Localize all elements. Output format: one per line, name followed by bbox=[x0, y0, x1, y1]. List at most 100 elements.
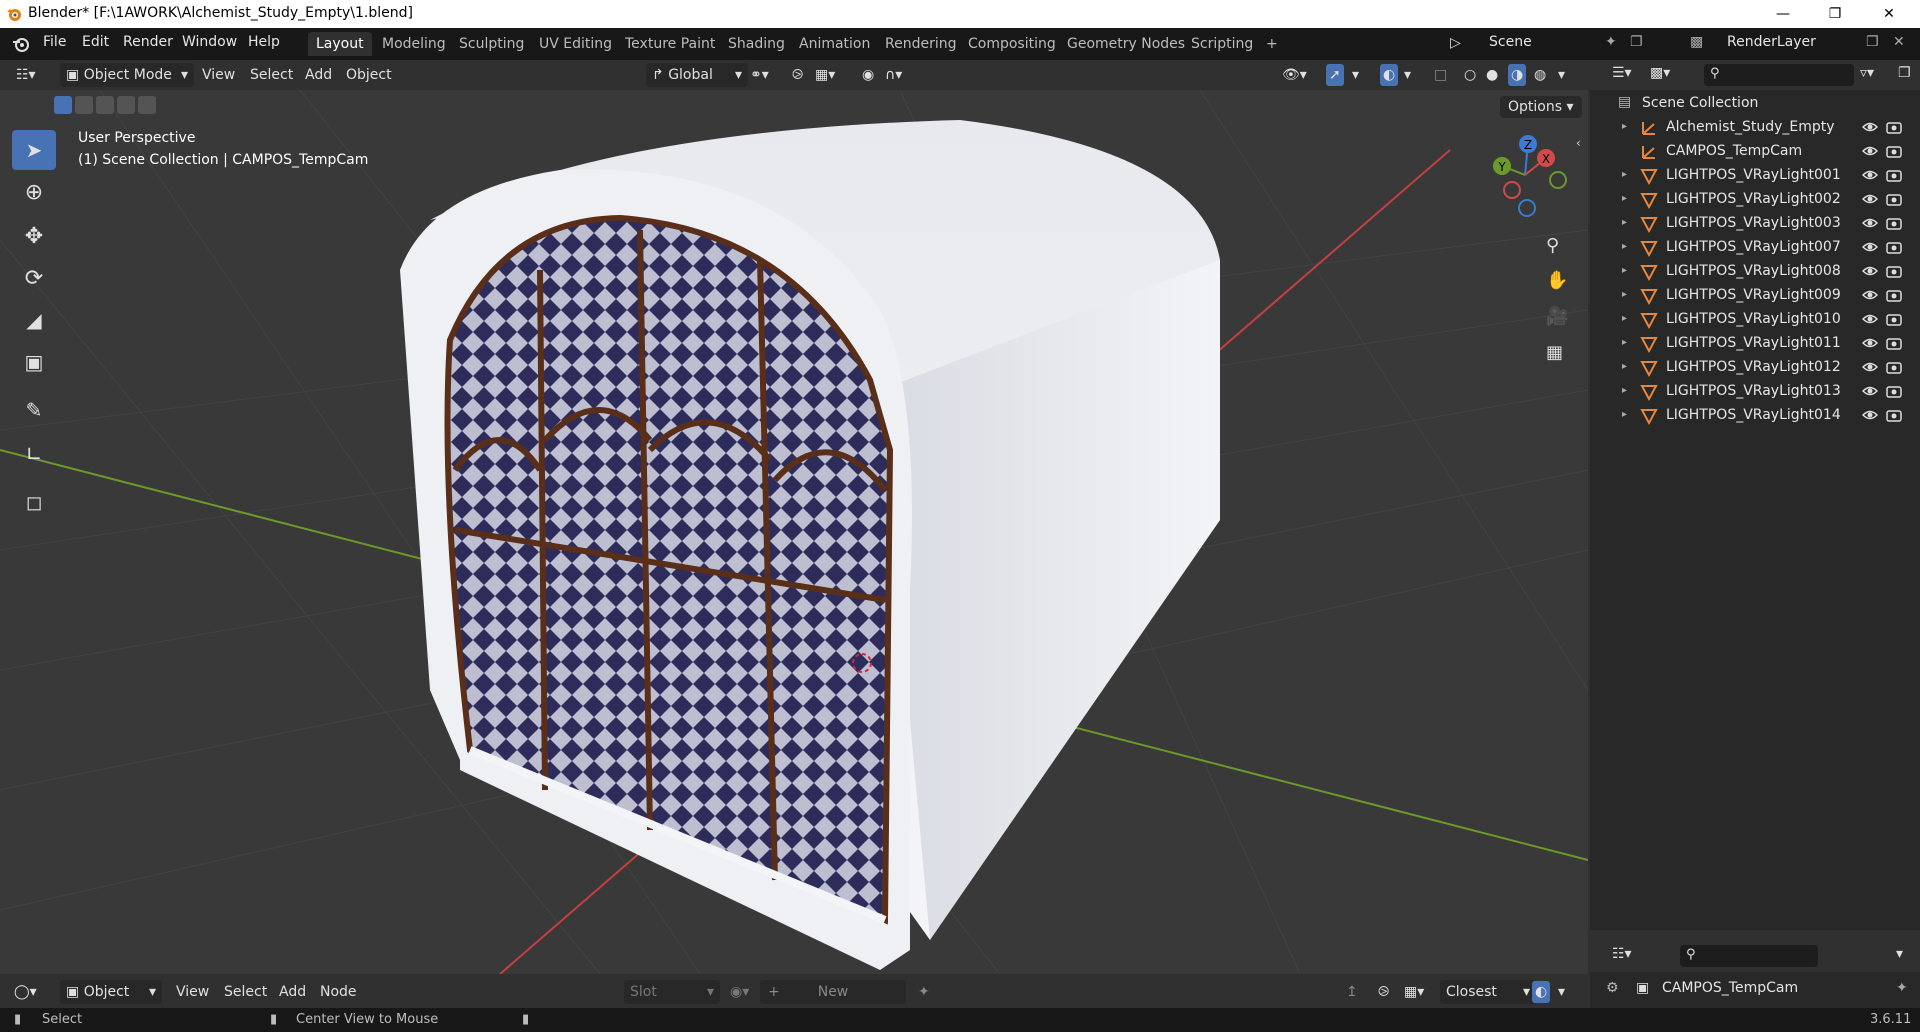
menu-render[interactable]: Render bbox=[123, 34, 173, 50]
expand-arrow-icon[interactable]: ▸ bbox=[1622, 121, 1627, 132]
expand-arrow-icon[interactable]: ▸ bbox=[1622, 217, 1627, 228]
outliner-search-input[interactable]: ⚲ bbox=[1704, 64, 1854, 86]
blender-menu-icon[interactable] bbox=[12, 35, 30, 53]
tab-texture-paint[interactable]: Texture Paint bbox=[617, 32, 723, 56]
outliner-item[interactable]: ▸ LIGHTPOS_VRayLight007 bbox=[1590, 236, 1920, 260]
menu-file[interactable]: File bbox=[43, 34, 66, 50]
transform-tool[interactable]: ▣ bbox=[12, 342, 56, 382]
overlays-dropdown-icon[interactable]: ▾ bbox=[1404, 64, 1411, 86]
annotate-tool[interactable]: ✎ bbox=[12, 390, 56, 430]
visibility-eye-icon[interactable] bbox=[1861, 383, 1879, 403]
outliner-item[interactable]: ▸ LIGHTPOS_VRayLight002 bbox=[1590, 188, 1920, 212]
render-camera-icon[interactable] bbox=[1886, 263, 1902, 283]
expand-arrow-icon[interactable]: ▸ bbox=[1622, 289, 1627, 300]
node-editor-type-icon[interactable]: ◯▾ bbox=[14, 981, 37, 1003]
expand-arrow-icon[interactable]: ▸ bbox=[1622, 313, 1627, 324]
outliner-item[interactable]: ▸ LIGHTPOS_VRayLight014 bbox=[1590, 404, 1920, 428]
node-menu-select[interactable]: Select bbox=[224, 981, 267, 1003]
editor-type-icon[interactable]: ☷▾ bbox=[16, 64, 36, 86]
visibility-eye-icon[interactable] bbox=[1861, 191, 1879, 211]
xray-icon[interactable]: □ bbox=[1434, 64, 1447, 86]
select-new-icon[interactable] bbox=[54, 96, 72, 114]
outliner-item[interactable]: ▸ LIGHTPOS_VRayLight003 bbox=[1590, 212, 1920, 236]
tab-geometry-nodes[interactable]: Geometry Nodes bbox=[1059, 32, 1193, 56]
tab-animation[interactable]: Animation bbox=[791, 32, 878, 56]
render-camera-icon[interactable] bbox=[1886, 311, 1902, 331]
remove-viewlayer-icon[interactable]: ✕ bbox=[1893, 34, 1905, 50]
options-dropdown[interactable]: Options ▾ bbox=[1500, 96, 1582, 118]
add-cube-tool[interactable]: ◻ bbox=[12, 482, 56, 522]
select-invert-icon[interactable] bbox=[117, 96, 135, 114]
tool-settings-icon[interactable]: ⚙ bbox=[1606, 980, 1619, 996]
chevron-down-icon[interactable]: ▾ bbox=[1896, 946, 1903, 962]
outliner-item[interactable]: ▸ LIGHTPOS_VRayLight011 bbox=[1590, 332, 1920, 356]
menu-view[interactable]: View bbox=[202, 64, 235, 86]
wireframe-shading-icon[interactable]: ○ bbox=[1464, 64, 1476, 86]
new-viewlayer-icon[interactable]: ❐ bbox=[1866, 34, 1879, 50]
ortho-grid-icon[interactable]: ▦ bbox=[1546, 342, 1563, 363]
rotate-tool[interactable]: ⟳ bbox=[12, 258, 56, 298]
tab-shading[interactable]: Shading bbox=[720, 32, 793, 56]
pin-icon[interactable]: ✦ bbox=[918, 981, 930, 1003]
visibility-eye-icon[interactable] bbox=[1861, 167, 1879, 187]
tab-uv-editing[interactable]: UV Editing bbox=[531, 32, 620, 56]
select-subtract-icon[interactable] bbox=[96, 96, 114, 114]
gizmo-dropdown-icon[interactable]: ▾ bbox=[1352, 64, 1359, 86]
display-mode-icon[interactable]: ▩▾ bbox=[1650, 65, 1670, 81]
menu-select[interactable]: Select bbox=[250, 64, 293, 86]
scale-tool[interactable]: ◢ bbox=[12, 300, 56, 340]
menu-help[interactable]: Help bbox=[248, 34, 280, 50]
node-menu-add[interactable]: Add bbox=[279, 981, 306, 1003]
measure-tool[interactable]: ∟ bbox=[12, 434, 56, 474]
falloff-icon[interactable]: ∩▾ bbox=[885, 64, 902, 86]
shading-dropdown-icon[interactable]: ▾ bbox=[1558, 64, 1565, 86]
snap-target-icon[interactable]: ▦▾ bbox=[815, 64, 835, 86]
new-collection-icon[interactable]: ❐ bbox=[1898, 65, 1911, 81]
overlays-icon[interactable]: ◐ bbox=[1380, 64, 1399, 86]
snap-mode-selector[interactable]: Closest ▾ bbox=[1440, 980, 1536, 1004]
render-camera-icon[interactable] bbox=[1886, 167, 1902, 187]
filter-icon[interactable]: ▿▾ bbox=[1860, 65, 1874, 81]
viewlayer-icon[interactable]: ▩ bbox=[1690, 34, 1703, 50]
node-menu-node[interactable]: Node bbox=[320, 981, 357, 1003]
visibility-eye-icon[interactable] bbox=[1861, 239, 1879, 259]
render-camera-icon[interactable] bbox=[1886, 383, 1902, 403]
transform-orientation[interactable]: ↱ Global ▾ bbox=[646, 63, 748, 87]
minimize-icon[interactable]: — bbox=[1760, 0, 1806, 28]
menu-window[interactable]: Window bbox=[182, 34, 237, 50]
menu-add[interactable]: Add bbox=[305, 64, 332, 86]
tab-rendering[interactable]: Rendering bbox=[877, 32, 965, 56]
parent-node-icon[interactable]: ↥ bbox=[1346, 981, 1358, 1003]
pivot-point-icon[interactable]: ⚭▾ bbox=[750, 64, 769, 86]
scene-name[interactable]: Scene bbox=[1489, 34, 1532, 50]
render-camera-icon[interactable] bbox=[1886, 287, 1902, 307]
tab-layout[interactable]: Layout bbox=[308, 32, 372, 56]
proportional-edit-icon[interactable]: ◉ bbox=[862, 64, 874, 86]
expand-arrow-icon[interactable]: ▸ bbox=[1622, 265, 1627, 276]
rendered-shading-icon[interactable]: ◍ bbox=[1534, 64, 1546, 86]
mode-selector[interactable]: ▣ Object Mode ▾ bbox=[60, 63, 194, 87]
outliner-item[interactable]: ▸ LIGHTPOS_VRayLight008 bbox=[1590, 260, 1920, 284]
navigation-gizmo[interactable]: Z X Y bbox=[1480, 130, 1580, 220]
zoom-icon[interactable]: ⚲ bbox=[1546, 235, 1559, 256]
visibility-eye-icon[interactable] bbox=[1861, 311, 1879, 331]
new-scene-icon[interactable]: ❐ bbox=[1630, 34, 1643, 50]
outliner-root[interactable]: ▤ Scene Collection bbox=[1590, 92, 1920, 116]
camera-view-icon[interactable]: 🎥 bbox=[1546, 306, 1568, 327]
gizmo-toggle-icon[interactable]: ➚ bbox=[1326, 64, 1344, 86]
shader-type-selector[interactable]: ▣ Object ▾ bbox=[60, 980, 162, 1004]
visibility-eye-icon[interactable] bbox=[1861, 287, 1879, 307]
tab-modeling[interactable]: Modeling bbox=[374, 32, 454, 56]
tab-scripting[interactable]: Scripting bbox=[1183, 32, 1261, 56]
outliner-item[interactable]: ▸ LIGHTPOS_VRayLight012 bbox=[1590, 356, 1920, 380]
expand-arrow-icon[interactable]: ▸ bbox=[1622, 169, 1627, 180]
render-camera-icon[interactable] bbox=[1886, 119, 1902, 139]
outliner-item[interactable]: ▸ LIGHTPOS_VRayLight001 bbox=[1590, 164, 1920, 188]
node-menu-view[interactable]: View bbox=[176, 981, 209, 1003]
properties-search-input[interactable]: ⚲ bbox=[1680, 945, 1818, 967]
render-camera-icon[interactable] bbox=[1886, 239, 1902, 259]
visibility-eye-icon[interactable] bbox=[1861, 359, 1879, 379]
material-shading-icon[interactable]: ◑ bbox=[1508, 64, 1527, 86]
snap-icon[interactable]: ⧁ bbox=[792, 64, 803, 86]
select-intersect-icon[interactable] bbox=[138, 96, 156, 114]
